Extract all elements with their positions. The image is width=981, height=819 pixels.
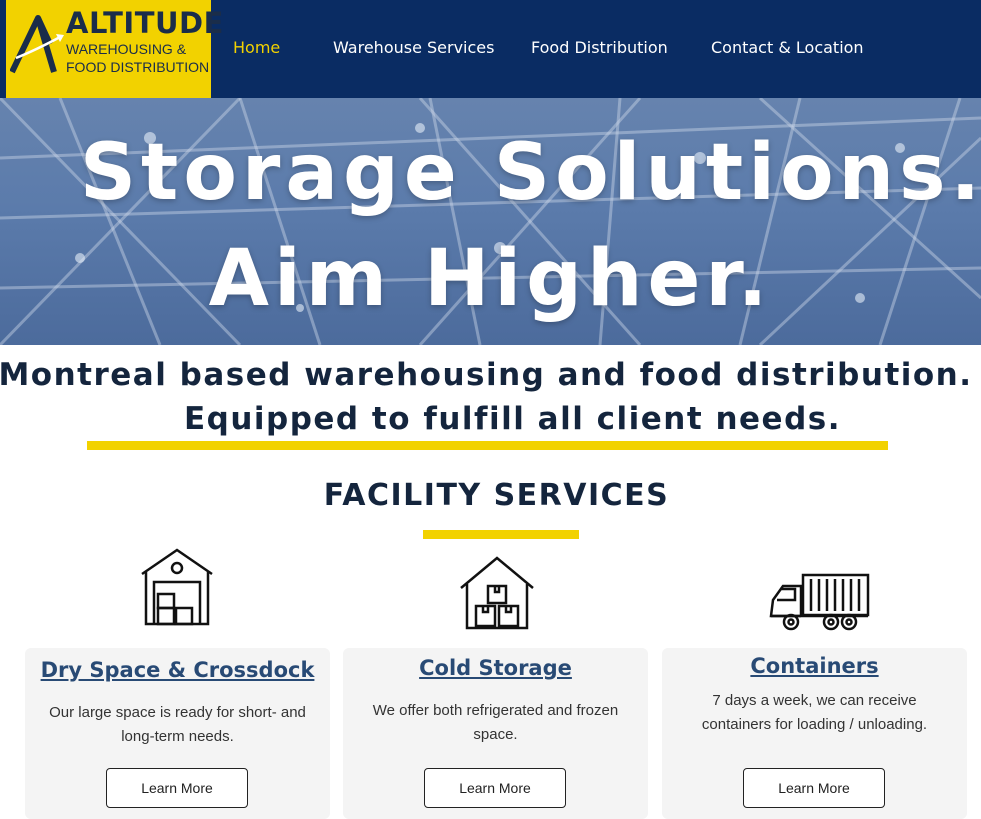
warehouse-icon [141, 548, 213, 626]
nav-item-contact-location[interactable]: Contact & Location [711, 38, 864, 57]
hero-heading-line1: Storage Solutions. [79, 128, 981, 218]
service-title-containers[interactable]: Containers [662, 654, 967, 678]
service-card-dry-space: Dry Space & Crossdock Our large space is… [25, 648, 330, 819]
section-underline [423, 530, 579, 539]
tagline-line1: Montreal based warehousing and food dist… [0, 357, 973, 393]
service-desc-containers: 7 days a week, we can receive containers… [701, 692, 928, 733]
service-card-cold-storage: Cold Storage We offer both refrigerated … [343, 648, 648, 819]
container-truck-icon [769, 573, 870, 631]
learn-more-button-cold-storage[interactable]: Learn More [424, 768, 566, 808]
service-card-containers: Containers 7 days a week, we can receive… [662, 648, 967, 819]
hero-heading-line2: Aim Higher. [208, 234, 773, 324]
service-title-dry-space[interactable]: Dry Space & Crossdock [25, 658, 330, 682]
divider-bar [87, 441, 888, 450]
site-logo[interactable]: ALTITUDE WAREHOUSING & FOOD DISTRIBUTION [6, 0, 223, 98]
hero-banner: Storage Solutions. Aim Higher. [0, 98, 981, 345]
tagline-line2: Equipped to fulfill all client needs. [183, 401, 842, 437]
service-title-cold-storage[interactable]: Cold Storage [343, 656, 648, 680]
nav-item-food-distribution[interactable]: Food Distribution [531, 38, 668, 57]
logo-title: ALTITUDE [66, 6, 224, 40]
service-desc-dry-space: Our large space is ready for short- and … [49, 704, 306, 745]
site-header: ALTITUDE WAREHOUSING & FOOD DISTRIBUTION… [0, 0, 981, 98]
mountain-arrow-icon [10, 15, 64, 74]
logo-subtitle-line2: FOOD DISTRIBUTION [66, 59, 210, 75]
storage-boxes-icon [460, 556, 534, 630]
learn-more-button-dry-space[interactable]: Learn More [106, 768, 248, 808]
nav-item-home[interactable]: Home [233, 38, 280, 57]
section-title: FACILITY SERVICES [323, 478, 670, 513]
service-desc-cold-storage: We offer both refrigerated and frozen sp… [372, 702, 619, 743]
logo-subtitle-line1: WAREHOUSING & [66, 41, 187, 57]
nav-item-warehouse-services[interactable]: Warehouse Services [333, 38, 494, 57]
learn-more-button-containers[interactable]: Learn More [743, 768, 885, 808]
